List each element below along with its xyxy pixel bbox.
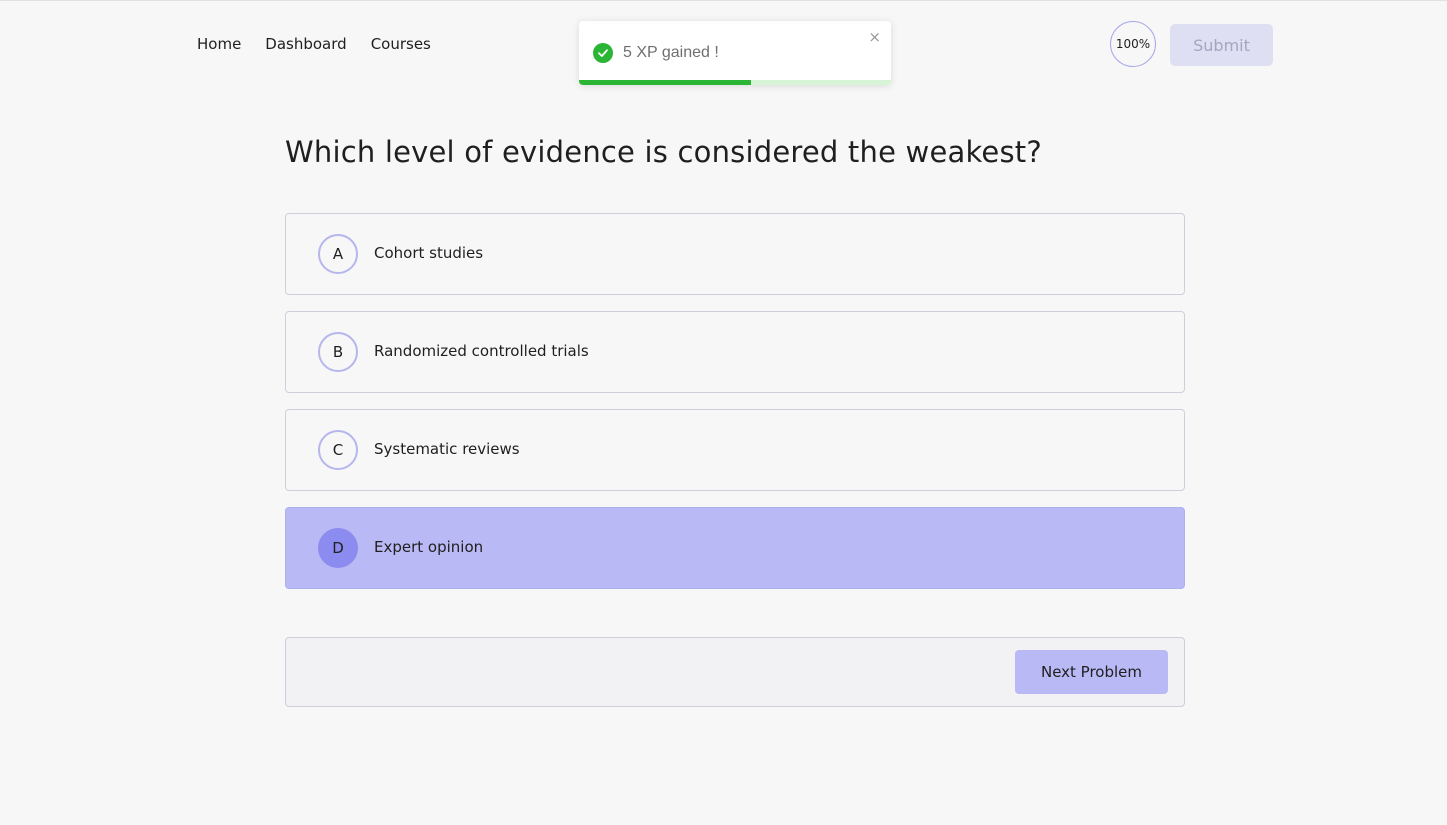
answer-option-d[interactable]: D Expert opinion [285,507,1185,589]
question-title: Which level of evidence is considered th… [285,135,1042,169]
answer-options: A Cohort studies B Randomized controlled… [285,213,1185,605]
progress-indicator: 100% [1110,21,1156,67]
option-letter-badge: B [318,332,358,372]
next-problem-button[interactable]: Next Problem [1015,650,1168,694]
toast-message: 5 XP gained ! [623,44,719,61]
option-letter-badge: D [318,528,358,568]
check-circle-icon [593,43,613,63]
close-icon[interactable]: × [868,28,881,46]
nav-dashboard-link[interactable]: Dashboard [265,34,346,54]
action-footer: Next Problem [285,637,1185,707]
option-label: Systematic reviews [374,440,520,458]
top-divider [0,0,1447,1]
toast-timer-track [579,80,891,85]
answer-option-c[interactable]: C Systematic reviews [285,409,1185,491]
xp-toast: 5 XP gained ! × [579,21,891,85]
nav-courses-link[interactable]: Courses [371,34,431,54]
option-label: Expert opinion [374,538,484,556]
option-label: Randomized controlled trials [374,342,589,360]
main-nav: Home Dashboard Courses [197,34,431,54]
option-letter-badge: C [318,430,358,470]
option-letter-badge: A [318,234,358,274]
toast-timer-fill [579,80,751,85]
submit-button[interactable]: Submit [1170,24,1273,66]
option-label: Cohort studies [374,244,484,262]
answer-option-a[interactable]: A Cohort studies [285,213,1185,295]
nav-home-link[interactable]: Home [197,34,241,54]
answer-option-b[interactable]: B Randomized controlled trials [285,311,1185,393]
